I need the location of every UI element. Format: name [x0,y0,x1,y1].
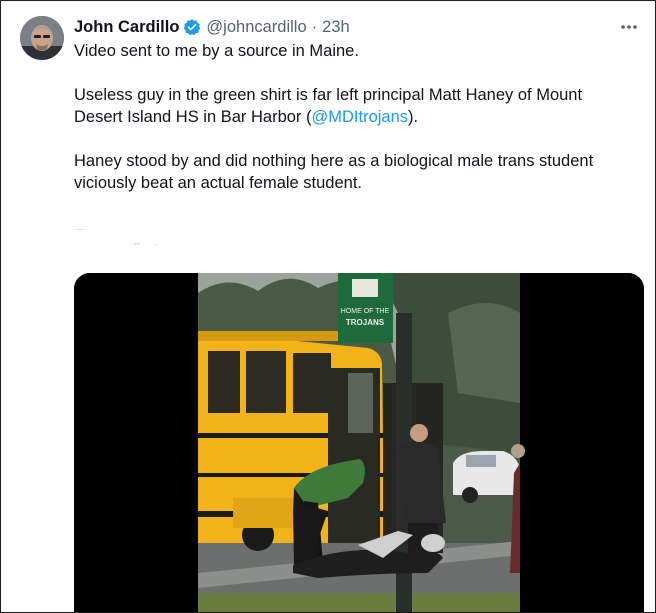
more-options-icon[interactable] [618,17,640,37]
tweet-card[interactable]: John Cardillo @johncardillo · 23h Video … [0,0,656,613]
faded-text-artifact [74,227,164,247]
author-avatar[interactable] [20,16,64,60]
header-separator: · [311,17,318,36]
video-frame: HOME OF THE TROJANS [198,273,525,612]
tweet-paragraph-3: Haney stood by and did nothing here as a… [74,152,594,192]
tweet-video[interactable]: HOME OF THE TROJANS [74,273,644,612]
author-name[interactable]: John Cardillo [74,18,179,37]
paragraph-2-text-after: ). [408,108,419,126]
author-handle[interactable]: @johncardillo [206,18,306,37]
tweet-paragraph-1: Video sent to me by a source in Maine. [74,42,359,60]
sign-text-line-2: TROJANS [346,318,385,327]
tweet-time[interactable]: 23h [322,18,350,37]
sign-text-line-1: HOME OF THE [341,308,390,315]
tweet-paragraph-2: Useless guy in the green shirt is far le… [74,84,634,128]
tweet-text: Video sent to me by a source in Maine. U… [74,40,634,216]
verified-badge-icon [183,18,201,36]
tweet-header: John Cardillo @johncardillo · 23h [74,16,350,38]
mention-link[interactable]: @MDItrojans [312,108,409,126]
